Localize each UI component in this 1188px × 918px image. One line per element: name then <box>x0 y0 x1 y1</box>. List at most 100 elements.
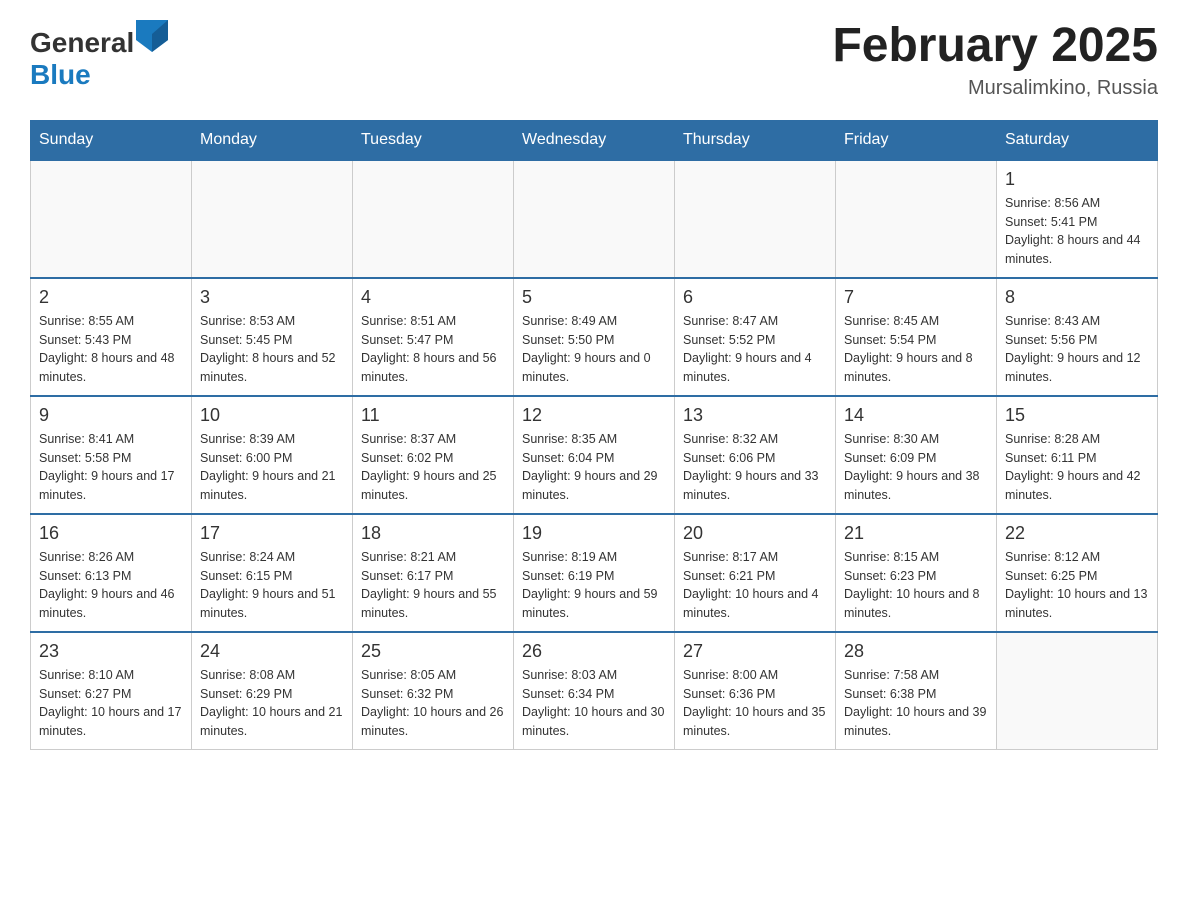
calendar-cell: 21 Sunrise: 8:15 AM Sunset: 6:23 PM Dayli… <box>836 514 997 632</box>
calendar-cell: 16Sunrise: 8:26 AM Sunset: 6:13 PM Dayli… <box>31 514 192 632</box>
day-info: Sunrise: 8:43 AM Sunset: 5:56 PM Dayligh… <box>1005 312 1149 387</box>
day-number: 9 <box>39 405 183 426</box>
day-info: Sunrise: 8:37 AM Sunset: 6:02 PM Dayligh… <box>361 430 505 505</box>
calendar-cell: 26Sunrise: 8:03 AM Sunset: 6:34 PM Dayli… <box>514 632 675 750</box>
calendar-cell <box>192 160 353 278</box>
calendar-cell: 2 Sunrise: 8:55 AM Sunset: 5:43 PM Daylig… <box>31 278 192 396</box>
calendar-cell <box>353 160 514 278</box>
calendar-cell: 10 Sunrise: 8:39 AM Sunset: 6:00 PM Dayli… <box>192 396 353 514</box>
day-number: 2 <box>39 287 183 308</box>
day-info: Sunrise: 8:56 AM Sunset: 5:41 PM Dayligh… <box>1005 194 1149 269</box>
day-info: Sunrise: 8:28 AM Sunset: 6:11 PM Dayligh… <box>1005 430 1149 505</box>
calendar-cell <box>31 160 192 278</box>
week-row-2: 2 Sunrise: 8:55 AM Sunset: 5:43 PM Daylig… <box>31 278 1158 396</box>
calendar-cell: 28Sunrise: 7:58 AM Sunset: 6:38 PM Dayli… <box>836 632 997 750</box>
day-number: 5 <box>522 287 666 308</box>
logo-text-blue: Blue <box>30 59 91 90</box>
logo-icon <box>136 20 168 52</box>
day-info: Sunrise: 8:55 AM Sunset: 5:43 PM Dayligh… <box>39 312 183 387</box>
calendar-cell: 20Sunrise: 8:17 AM Sunset: 6:21 PM Dayli… <box>675 514 836 632</box>
day-info: Sunrise: 8:32 AM Sunset: 6:06 PM Dayligh… <box>683 430 827 505</box>
day-info: Sunrise: 8:26 AM Sunset: 6:13 PM Dayligh… <box>39 548 183 623</box>
logo-text-general: General <box>30 27 134 58</box>
calendar-cell: 15 Sunrise: 8:28 AM Sunset: 6:11 PM Dayli… <box>997 396 1158 514</box>
location: Mursalimkino, Russia <box>832 77 1158 100</box>
page-header: General Blue February 2025 Mursalimkino,… <box>30 20 1158 100</box>
calendar-cell: 7 Sunrise: 8:45 AM Sunset: 5:54 PM Daylig… <box>836 278 997 396</box>
day-number: 20 <box>683 523 827 544</box>
day-info: Sunrise: 8:19 AM Sunset: 6:19 PM Dayligh… <box>522 548 666 623</box>
calendar-cell: 18 Sunrise: 8:21 AM Sunset: 6:17 PM Dayli… <box>353 514 514 632</box>
day-number: 22 <box>1005 523 1149 544</box>
day-info: Sunrise: 8:39 AM Sunset: 6:00 PM Dayligh… <box>200 430 344 505</box>
calendar-cell <box>836 160 997 278</box>
weekday-header-thursday: Thursday <box>675 120 836 160</box>
day-number: 19 <box>522 523 666 544</box>
calendar-cell: 12 Sunrise: 8:35 AM Sunset: 6:04 PM Dayli… <box>514 396 675 514</box>
calendar-cell: 3 Sunrise: 8:53 AM Sunset: 5:45 PM Daylig… <box>192 278 353 396</box>
calendar-table: SundayMondayTuesdayWednesdayThursdayFrid… <box>30 120 1158 750</box>
day-info: Sunrise: 8:08 AM Sunset: 6:29 PM Dayligh… <box>200 666 344 741</box>
calendar-cell: 6 Sunrise: 8:47 AM Sunset: 5:52 PM Daylig… <box>675 278 836 396</box>
weekday-header-tuesday: Tuesday <box>353 120 514 160</box>
calendar-cell: 23 Sunrise: 8:10 AM Sunset: 6:27 PM Dayli… <box>31 632 192 750</box>
weekday-header-saturday: Saturday <box>997 120 1158 160</box>
day-number: 25 <box>361 641 505 662</box>
day-info: Sunrise: 8:47 AM Sunset: 5:52 PM Dayligh… <box>683 312 827 387</box>
calendar-cell <box>997 632 1158 750</box>
calendar-cell <box>675 160 836 278</box>
day-info: Sunrise: 8:15 AM Sunset: 6:23 PM Dayligh… <box>844 548 988 623</box>
day-number: 11 <box>361 405 505 426</box>
weekday-header-wednesday: Wednesday <box>514 120 675 160</box>
calendar-cell: 17Sunrise: 8:24 AM Sunset: 6:15 PM Dayli… <box>192 514 353 632</box>
weekday-header-sunday: Sunday <box>31 120 192 160</box>
calendar-cell: 13 Sunrise: 8:32 AM Sunset: 6:06 PM Dayli… <box>675 396 836 514</box>
day-number: 15 <box>1005 405 1149 426</box>
day-number: 3 <box>200 287 344 308</box>
day-number: 23 <box>39 641 183 662</box>
calendar-cell: 27 Sunrise: 8:00 AM Sunset: 6:36 PM Dayli… <box>675 632 836 750</box>
day-number: 21 <box>844 523 988 544</box>
day-number: 12 <box>522 405 666 426</box>
day-info: Sunrise: 8:35 AM Sunset: 6:04 PM Dayligh… <box>522 430 666 505</box>
calendar-cell: 8 Sunrise: 8:43 AM Sunset: 5:56 PM Daylig… <box>997 278 1158 396</box>
day-number: 24 <box>200 641 344 662</box>
day-number: 14 <box>844 405 988 426</box>
day-info: Sunrise: 8:05 AM Sunset: 6:32 PM Dayligh… <box>361 666 505 741</box>
day-number: 13 <box>683 405 827 426</box>
calendar-cell: 9 Sunrise: 8:41 AM Sunset: 5:58 PM Daylig… <box>31 396 192 514</box>
day-number: 1 <box>1005 169 1149 190</box>
day-number: 10 <box>200 405 344 426</box>
day-number: 8 <box>1005 287 1149 308</box>
day-info: Sunrise: 8:49 AM Sunset: 5:50 PM Dayligh… <box>522 312 666 387</box>
day-number: 6 <box>683 287 827 308</box>
weekday-header-friday: Friday <box>836 120 997 160</box>
day-info: Sunrise: 8:51 AM Sunset: 5:47 PM Dayligh… <box>361 312 505 387</box>
calendar-cell: 11 Sunrise: 8:37 AM Sunset: 6:02 PM Dayli… <box>353 396 514 514</box>
calendar-cell: 24 Sunrise: 8:08 AM Sunset: 6:29 PM Dayli… <box>192 632 353 750</box>
calendar-cell: 25 Sunrise: 8:05 AM Sunset: 6:32 PM Dayli… <box>353 632 514 750</box>
day-info: Sunrise: 8:30 AM Sunset: 6:09 PM Dayligh… <box>844 430 988 505</box>
day-info: Sunrise: 8:45 AM Sunset: 5:54 PM Dayligh… <box>844 312 988 387</box>
calendar-cell: 1 Sunrise: 8:56 AM Sunset: 5:41 PM Daylig… <box>997 160 1158 278</box>
day-info: Sunrise: 8:53 AM Sunset: 5:45 PM Dayligh… <box>200 312 344 387</box>
week-row-3: 9 Sunrise: 8:41 AM Sunset: 5:58 PM Daylig… <box>31 396 1158 514</box>
calendar-cell: 4Sunrise: 8:51 AM Sunset: 5:47 PM Daylig… <box>353 278 514 396</box>
title-block: February 2025 Mursalimkino, Russia <box>832 20 1158 100</box>
day-number: 7 <box>844 287 988 308</box>
day-number: 27 <box>683 641 827 662</box>
weekday-header-monday: Monday <box>192 120 353 160</box>
weekday-header-row: SundayMondayTuesdayWednesdayThursdayFrid… <box>31 120 1158 160</box>
day-info: Sunrise: 8:12 AM Sunset: 6:25 PM Dayligh… <box>1005 548 1149 623</box>
calendar-cell: 19 Sunrise: 8:19 AM Sunset: 6:19 PM Dayli… <box>514 514 675 632</box>
day-info: Sunrise: 8:10 AM Sunset: 6:27 PM Dayligh… <box>39 666 183 741</box>
calendar-cell: 5 Sunrise: 8:49 AM Sunset: 5:50 PM Daylig… <box>514 278 675 396</box>
day-info: Sunrise: 8:03 AM Sunset: 6:34 PM Dayligh… <box>522 666 666 741</box>
day-number: 17 <box>200 523 344 544</box>
day-info: Sunrise: 8:00 AM Sunset: 6:36 PM Dayligh… <box>683 666 827 741</box>
week-row-5: 23 Sunrise: 8:10 AM Sunset: 6:27 PM Dayli… <box>31 632 1158 750</box>
calendar-cell: 14 Sunrise: 8:30 AM Sunset: 6:09 PM Dayli… <box>836 396 997 514</box>
day-info: Sunrise: 8:21 AM Sunset: 6:17 PM Dayligh… <box>361 548 505 623</box>
day-info: Sunrise: 8:41 AM Sunset: 5:58 PM Dayligh… <box>39 430 183 505</box>
day-number: 18 <box>361 523 505 544</box>
